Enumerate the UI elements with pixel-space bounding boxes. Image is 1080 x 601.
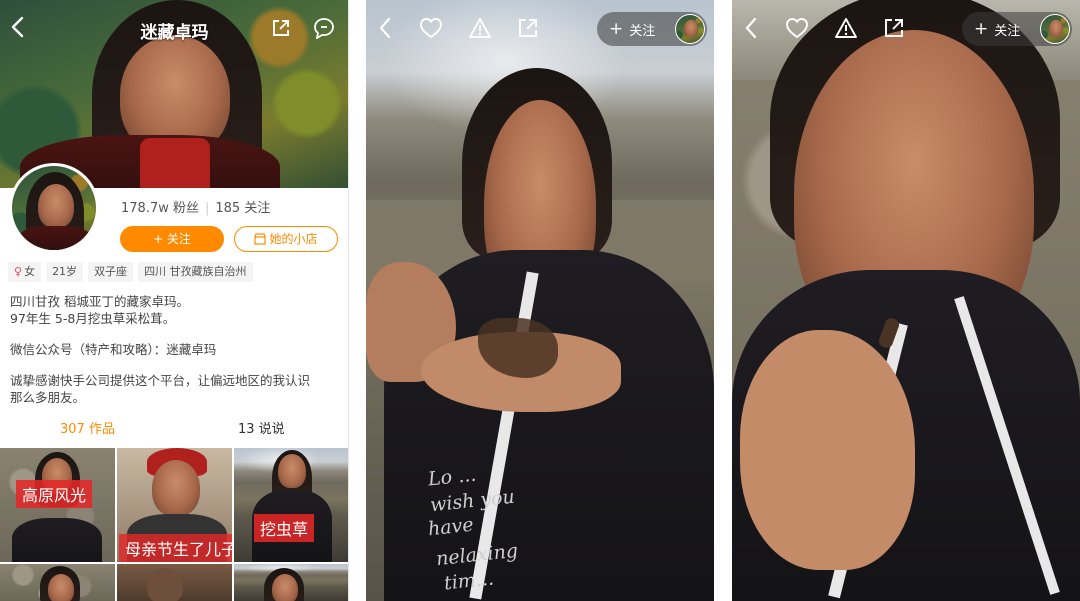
shop-button-label: 她的小店 — [269, 232, 318, 246]
profile-tabs: 307 作品 13 说说 — [0, 410, 348, 444]
tab-works[interactable]: 307 作品 — [60, 418, 115, 437]
work-thumbnail[interactable] — [0, 564, 115, 601]
avatar[interactable] — [9, 163, 99, 253]
thumbnail-caption: 挖虫草 — [254, 514, 315, 542]
wechat-info: 微信公众号（特产和攻略）：迷藏卓玛 — [10, 342, 217, 357]
video-frame[interactable] — [732, 0, 1080, 601]
profile-stats: 178.7w 粉丝 | 185 关注 — [121, 201, 271, 216]
share-icon[interactable] — [517, 17, 539, 42]
follow-button[interactable]: + 关注 — [120, 226, 224, 252]
thanks-text: 诚挚感谢快手公司提供这个平台，让偏远地区的我认识 那么多朋友。 — [10, 372, 342, 406]
back-icon[interactable] — [744, 17, 758, 42]
profile-panel: 迷藏卓玛 178.7w 粉丝 | 185 关注 + 关注 她的小店 ♀ 女 21岁 双… — [0, 0, 349, 601]
author-avatar[interactable] — [1040, 14, 1070, 44]
work-thumbnail[interactable] — [234, 564, 348, 601]
work-thumbnail[interactable]: 挖虫草 — [234, 448, 348, 562]
message-icon[interactable] — [313, 17, 335, 44]
video-panel-2: + 关注 — [732, 0, 1080, 601]
tag-zodiac: 双子座 — [88, 262, 134, 282]
follow-label: 关注 — [994, 23, 1021, 39]
heart-icon[interactable] — [785, 17, 809, 42]
shop-icon — [254, 229, 267, 253]
shop-button[interactable]: 她的小店 — [234, 226, 338, 252]
heart-icon[interactable] — [419, 17, 443, 42]
thumbnail-caption: 高原风光 — [16, 480, 93, 508]
bio-line: 那么多朋友。 — [10, 390, 86, 405]
video-panel-1: Lo ... wish you have nelaxing tim... + 关注 — [366, 0, 714, 601]
bio-line: 97年生 5-8月挖虫草采松茸。 — [10, 311, 176, 326]
share-icon[interactable] — [271, 18, 291, 43]
fans-count[interactable]: 178.7w 粉丝 — [121, 201, 199, 216]
warning-icon[interactable] — [834, 17, 858, 42]
tab-talks[interactable]: 13 说说 — [238, 418, 285, 437]
following-count[interactable]: 185 关注 — [215, 201, 270, 216]
profile-tags: ♀ 女 21岁 双子座 四川 甘孜藏族自治州 — [8, 262, 253, 282]
back-icon[interactable] — [378, 17, 392, 42]
author-avatar[interactable] — [675, 14, 705, 44]
tag-location: 四川 甘孜藏族自治州 — [138, 262, 253, 282]
bio-line: 四川甘孜 稻城亚丁的藏家卓玛。 — [10, 294, 189, 309]
warning-icon[interactable] — [468, 17, 492, 42]
page-title: 迷藏卓玛 — [140, 23, 209, 43]
share-icon[interactable] — [883, 17, 905, 42]
bio: 四川甘孜 稻城亚丁的藏家卓玛。 97年生 5-8月挖虫草采松茸。 — [10, 293, 342, 327]
bio-line: 诚挚感谢快手公司提供这个平台，让偏远地区的我认识 — [10, 373, 311, 388]
female-icon: ♀ — [14, 265, 23, 278]
tag-gender: ♀ 女 — [8, 262, 42, 282]
follow-button[interactable]: + 关注 — [597, 12, 707, 46]
thumbnail-caption: 母亲节生了儿子 — [119, 534, 232, 562]
tag-age: 21岁 — [46, 262, 84, 282]
follow-button[interactable]: + 关注 — [962, 12, 1072, 46]
work-thumbnail[interactable]: 母亲节生了儿子 — [117, 448, 232, 562]
work-thumbnail[interactable] — [117, 564, 232, 601]
work-thumbnail[interactable]: 高原风光 — [0, 448, 115, 562]
follow-label: 关注 — [629, 23, 656, 39]
works-grid: 高原风光 母亲节生了儿子 挖虫草 — [0, 448, 348, 601]
video-frame[interactable]: Lo ... wish you have nelaxing tim... — [366, 0, 714, 601]
plus-icon: + — [609, 19, 624, 39]
plus-icon: + — [974, 19, 989, 39]
